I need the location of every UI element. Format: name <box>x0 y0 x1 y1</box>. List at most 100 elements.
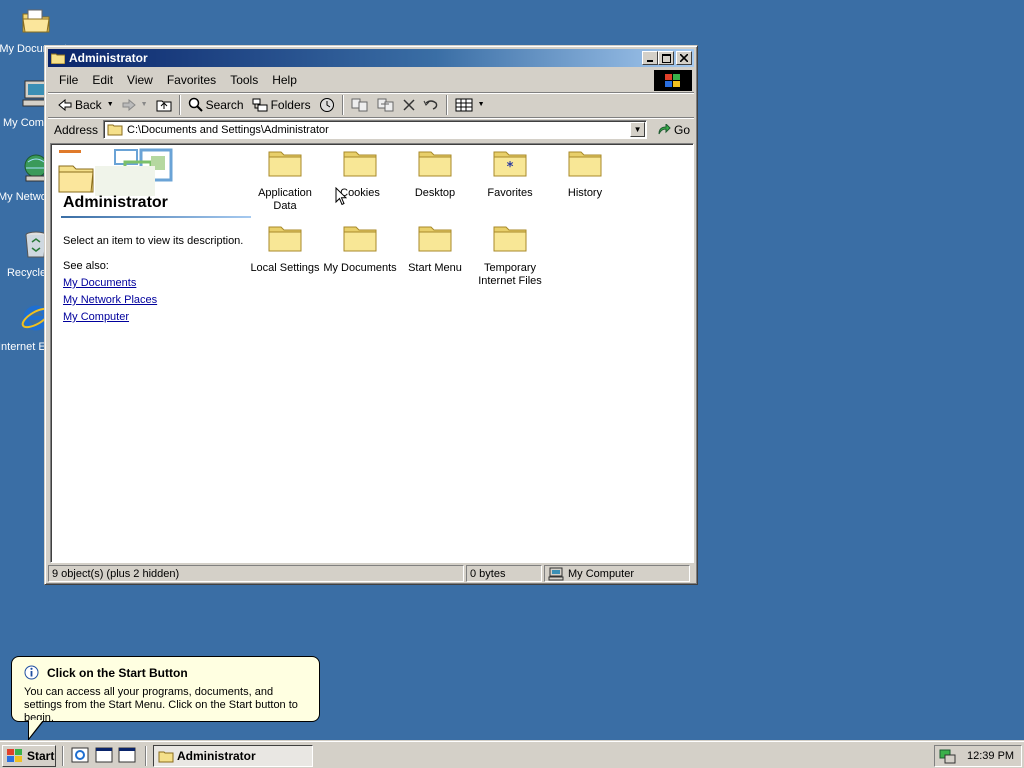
address-input[interactable]: C:\Documents and Settings\Administrator … <box>103 120 648 139</box>
web-view-pane: Administrator Select an item to view its… <box>51 144 251 562</box>
folder-view: Administrator Select an item to view its… <box>50 143 694 563</box>
close-icon <box>680 54 688 62</box>
go-button[interactable]: Go <box>657 123 690 137</box>
folder-icon <box>343 226 377 252</box>
maximize-button[interactable] <box>658 51 674 65</box>
folder-item-local-settings[interactable]: Local Settings <box>247 221 323 275</box>
back-arrow-icon <box>58 98 72 111</box>
folders-button[interactable]: Folders <box>248 94 315 116</box>
folder-icon <box>418 226 452 252</box>
copy-to-button[interactable] <box>373 94 399 116</box>
folder-label: Desktop <box>414 187 456 199</box>
menu-file[interactable]: File <box>52 71 85 89</box>
views-button[interactable]: ▼ <box>451 94 489 116</box>
favorites-folder-icon: * <box>493 151 527 177</box>
outlook-express-icon[interactable] <box>118 747 136 763</box>
folder-label: Favorites <box>487 187 533 199</box>
windows-flag-icon <box>665 73 680 87</box>
folder-icon <box>568 151 602 177</box>
back-button[interactable]: Back ▼ <box>54 94 118 116</box>
menu-tools[interactable]: Tools <box>223 71 265 89</box>
search-label: Search <box>205 97 244 112</box>
folder-label: Application <box>258 187 312 199</box>
pane-divider <box>61 216 251 218</box>
folder-banner-graphic <box>58 148 173 196</box>
menu-view[interactable]: View <box>120 71 160 89</box>
folder-item-temporary-internet-files[interactable]: Temporary Internet Files <box>472 221 548 288</box>
folder-label: Cookies <box>340 187 380 199</box>
start-label: Start <box>27 749 55 763</box>
window-title: Administrator <box>69 51 148 65</box>
move-to-button[interactable] <box>347 94 373 116</box>
folder-item-history[interactable]: History <box>547 146 623 200</box>
folder-label-line2: Internet Files <box>478 275 542 287</box>
folder-label-line2: Data <box>273 200 297 212</box>
menu-help[interactable]: Help <box>265 71 304 89</box>
link-my-documents[interactable]: My Documents <box>63 277 136 289</box>
history-icon <box>319 97 334 112</box>
up-folder-button[interactable] <box>152 94 176 116</box>
folder-icon <box>51 53 65 64</box>
windows-flag-icon <box>7 749 22 762</box>
minimize-button[interactable] <box>642 51 658 65</box>
mouse-cursor-icon <box>335 187 347 206</box>
show-desktop-icon[interactable] <box>95 747 113 763</box>
folder-icon <box>493 226 527 252</box>
pane-title: Administrator <box>63 194 168 211</box>
forward-button[interactable]: ▼ <box>118 94 152 116</box>
balloon-title: Click on the Start Button <box>47 665 188 680</box>
move-to-icon <box>351 98 368 111</box>
internet-explorer-icon[interactable] <box>71 747 89 763</box>
balloon-tip[interactable]: Click on the Start Button You can access… <box>11 656 320 724</box>
address-dropdown-button[interactable]: ▼ <box>630 122 646 137</box>
info-icon <box>24 665 39 680</box>
folder-icon <box>343 151 377 177</box>
network-tray-icon[interactable] <box>939 748 957 764</box>
chevron-down-icon[interactable]: ▼ <box>107 101 114 108</box>
folder-icon <box>418 151 452 177</box>
history-button[interactable] <box>315 94 339 116</box>
folders-icon <box>252 98 268 111</box>
folder-item-cookies[interactable]: Cookies <box>322 146 398 200</box>
status-size: 0 bytes <box>466 565 542 582</box>
folder-item-favorites[interactable]: * Favorites <box>472 146 548 200</box>
folder-item-start-menu[interactable]: Start Menu <box>397 221 473 275</box>
delete-button[interactable] <box>399 94 419 116</box>
balloon-text: You can access all your programs, docume… <box>24 686 298 724</box>
go-label: Go <box>674 122 691 137</box>
chevron-down-icon[interactable]: ▼ <box>478 101 485 108</box>
see-also-label: See also: <box>63 260 109 272</box>
menu-edit[interactable]: Edit <box>85 71 120 89</box>
delete-x-icon <box>403 98 415 111</box>
folder-item-desktop[interactable]: Desktop <box>397 146 473 200</box>
balloon-tail-fill <box>29 720 43 738</box>
undo-button[interactable] <box>419 94 443 116</box>
chevron-down-icon: ▼ <box>633 125 642 134</box>
menu-favorites[interactable]: Favorites <box>160 71 223 89</box>
link-my-network-places[interactable]: My Network Places <box>63 294 157 306</box>
folder-item-application-data[interactable]: Application Data <box>247 146 323 213</box>
folder-icon <box>268 151 302 177</box>
folder-item-my-documents[interactable]: My Documents <box>322 221 398 275</box>
title-bar[interactable]: Administrator <box>48 49 694 67</box>
folder-label: Start Menu <box>408 262 462 274</box>
clock[interactable]: 12:39 PM <box>967 750 1014 762</box>
standard-toolbar: Back ▼ ▼ Search Folders ▼ <box>48 92 694 116</box>
windows-logo <box>654 70 692 91</box>
folder-label: My Documents <box>323 262 397 274</box>
forward-arrow-icon <box>122 98 136 111</box>
folder-icon <box>158 751 174 762</box>
link-my-computer[interactable]: My Computer <box>63 311 129 323</box>
menu-bar: File Edit View Favorites Tools Help <box>48 69 694 91</box>
close-button[interactable] <box>676 51 692 65</box>
search-button[interactable]: Search <box>184 94 248 116</box>
folder-icon <box>107 124 123 136</box>
taskbar-window-administrator[interactable]: Administrator <box>153 745 313 767</box>
system-tray: 12:39 PM <box>934 745 1022 767</box>
status-objects: 9 object(s) (plus 2 hidden) <box>48 565 464 582</box>
start-button[interactable]: Start <box>2 745 56 767</box>
status-bar: 9 object(s) (plus 2 hidden) 0 bytes My C… <box>48 565 694 583</box>
chevron-down-icon[interactable]: ▼ <box>141 101 148 108</box>
taskbar: Start Administrator 12:39 PM <box>0 740 1024 768</box>
folder-icon <box>268 226 302 252</box>
